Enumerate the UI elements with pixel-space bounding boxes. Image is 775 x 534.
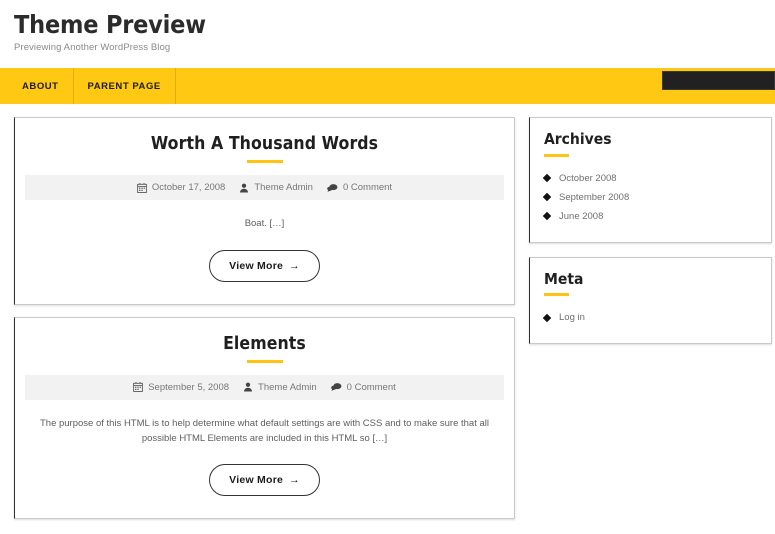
widget-underline — [544, 153, 569, 157]
comment-icon — [330, 382, 342, 392]
meta-date-text: October 17, 2008 — [151, 182, 226, 194]
meta-item-log-in[interactable]: Log in — [542, 308, 757, 327]
archives-item-october-2008[interactable]: October 2008 — [542, 169, 757, 188]
archives-item-label: October 2008 — [559, 172, 617, 184]
diamond-bullet-icon — [542, 192, 552, 202]
meta-author-text[interactable]: Theme Admin — [258, 382, 317, 393]
diamond-bullet-icon — [542, 173, 552, 183]
meta-date-text: September 5, 2008 — [148, 381, 230, 393]
post-excerpt: Boat. […] — [244, 218, 285, 230]
user-icon — [239, 183, 249, 193]
meta-item-label: Log in — [559, 312, 585, 324]
post-meta: September 5, 2008 Theme Admin 0 Comment — [25, 374, 504, 400]
view-more-label: View More — [229, 474, 284, 487]
nav-search-container — [662, 70, 775, 90]
view-more-button[interactable]: View More → — [209, 464, 320, 497]
view-more-label: View More — [229, 259, 284, 272]
nav-item-parent-page[interactable]: Parent Page — [74, 68, 176, 104]
meta-list: Log in — [542, 308, 757, 327]
meta-comments: 0 Comment — [327, 182, 392, 193]
meta-comments: 0 Comment — [330, 382, 396, 393]
nav-list: About Parent Page — [0, 68, 176, 104]
diamond-bullet-icon — [542, 313, 552, 322]
widget-archives: Archives October 2008 September 2008 Jun… — [529, 117, 772, 243]
archives-item-label: September 2008 — [559, 191, 630, 203]
meta-author: Theme Admin — [239, 182, 313, 193]
post-button-row: View More → — [25, 464, 504, 497]
meta-date: September 5, 2008 — [133, 382, 229, 393]
post-button-row: View More → — [25, 249, 504, 282]
archives-list: October 2008 September 2008 June 2008 — [542, 169, 757, 226]
title-underline — [246, 160, 283, 164]
post-title[interactable]: Worth A Thousand Words — [25, 134, 504, 154]
user-icon — [243, 382, 253, 392]
calendar-icon — [133, 382, 144, 392]
primary-navigation: About Parent Page — [0, 68, 775, 104]
title-underline — [246, 359, 283, 363]
sidebar: Archives October 2008 September 2008 Jun… — [529, 117, 772, 358]
page-layout: Worth A Thousand Words October 17, 2008 … — [0, 104, 775, 531]
search-input[interactable] — [662, 70, 775, 90]
widget-title: Archives — [544, 130, 612, 148]
site-title[interactable]: Theme Preview — [14, 11, 775, 39]
comment-icon — [327, 183, 338, 193]
nav-item-about[interactable]: About — [0, 68, 74, 104]
archives-item-september-2008[interactable]: September 2008 — [542, 188, 757, 207]
site-header: Theme Preview Previewing Another WordPre… — [0, 0, 775, 68]
post-meta: October 17, 2008 Theme Admin 0 Comment — [25, 175, 504, 201]
arrow-right-icon: → — [289, 474, 300, 487]
view-more-button[interactable]: View More → — [209, 249, 320, 282]
archives-item-label: June 2008 — [559, 210, 604, 222]
post-excerpt: The purpose of this HTML is to help dete… — [39, 417, 489, 444]
post-card: Worth A Thousand Words October 17, 2008 … — [14, 117, 515, 305]
archives-item-june-2008[interactable]: June 2008 — [542, 207, 757, 226]
diamond-bullet-icon — [542, 211, 552, 221]
site-tagline: Previewing Another WordPress Blog — [14, 42, 171, 53]
widget-meta: Meta Log in — [529, 256, 772, 345]
post-title[interactable]: Elements — [25, 334, 504, 354]
meta-author: Theme Admin — [243, 382, 317, 393]
arrow-right-icon: → — [289, 259, 300, 272]
content-column: Worth A Thousand Words October 17, 2008 … — [14, 117, 515, 531]
calendar-icon — [137, 182, 147, 193]
meta-comments-text[interactable]: 0 Comment — [343, 182, 392, 193]
widget-title: Meta — [544, 269, 584, 288]
widget-underline — [544, 293, 569, 297]
meta-author-text[interactable]: Theme Admin — [254, 182, 313, 193]
meta-date: October 17, 2008 — [137, 182, 225, 193]
meta-comments-text[interactable]: 0 Comment — [347, 382, 396, 393]
post-card: Elements September 5, 2008 Theme Admin 0… — [14, 316, 515, 520]
